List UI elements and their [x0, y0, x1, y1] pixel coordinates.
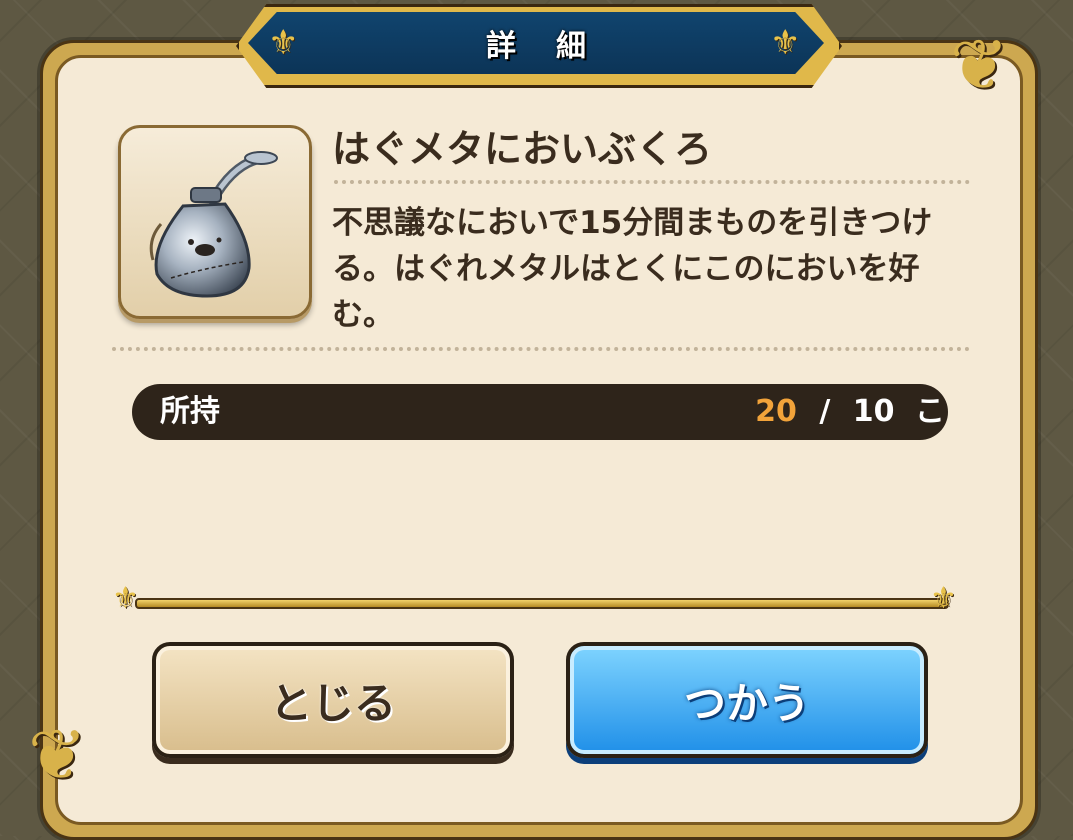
pouch-bottle-icon	[149, 151, 278, 298]
owned-current: 20	[755, 394, 797, 429]
gold-divider	[135, 598, 949, 609]
top-right-ornament-icon: ❦	[950, 24, 1009, 106]
owned-separator: /	[819, 394, 831, 429]
divider-left-fleur-icon: ⚜	[112, 581, 139, 616]
use-button[interactable]: つかう	[566, 642, 928, 758]
item-description: 不思議なにおいで15分間まものを引きつける。はぐれメタルはとくにこのにおいを好む…	[332, 205, 933, 333]
close-button[interactable]: とじる	[152, 642, 514, 758]
divider-right-fleur-icon: ⚜	[930, 581, 957, 616]
dotted-divider-top	[334, 180, 970, 184]
owned-max: 10	[852, 394, 895, 429]
item-name: はぐメタにおいぶくろ	[332, 127, 713, 171]
owned-unit: こ	[915, 394, 945, 429]
item-icon-box	[118, 125, 312, 319]
bottom-left-ornament-icon: ❦	[28, 714, 87, 796]
dotted-divider-bottom	[112, 347, 970, 351]
dialog-title: 詳細	[486, 29, 626, 64]
owned-value: 20 / 10 こ	[755, 384, 945, 440]
owned-label: 所持	[160, 394, 220, 429]
